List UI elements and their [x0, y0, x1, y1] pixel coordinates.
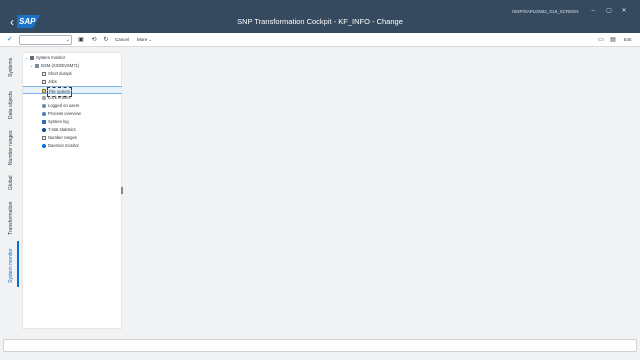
tab-transformation[interactable]: Transformation — [8, 202, 14, 235]
daemon-icon — [42, 144, 46, 148]
tab-systems[interactable]: Systems — [8, 58, 14, 77]
jobs-icon — [42, 80, 46, 84]
tree-item-system-log[interactable]: System log — [23, 118, 122, 126]
chevron-down-icon[interactable]: ⌄ — [66, 36, 70, 44]
tree-item-file-system[interactable]: File system — [23, 86, 122, 97]
window-title: SNP Transformation Cockpit - KF_INFO - C… — [237, 17, 403, 26]
statistics-icon — [42, 128, 46, 132]
footer — [0, 355, 640, 360]
process-icon — [42, 112, 46, 116]
minimize-icon[interactable]: – — [589, 7, 597, 15]
vertical-tab-strip: Systems Data objects Number ranges Globa… — [0, 47, 22, 335]
tree-item-short-dumps[interactable]: Short dumps — [23, 70, 122, 78]
content-area — [124, 48, 640, 335]
tree-item-number-ranges[interactable]: Number ranges — [23, 134, 122, 142]
active-tab-indicator — [17, 241, 19, 287]
save-icon[interactable]: ▣ — [77, 36, 85, 44]
tree-root-system-monitor[interactable]: ⌄ System monitor — [23, 54, 122, 62]
tab-system-monitor[interactable]: System monitor — [8, 248, 14, 283]
tree-item-tstat-statistics[interactable]: T-stat statistics — [23, 126, 122, 134]
command-field[interactable]: ⌄ — [19, 35, 72, 45]
exit-button[interactable]: Exit — [624, 37, 632, 42]
tree-item-logged-on-users[interactable]: Logged on users — [23, 102, 122, 110]
screen-icon[interactable]: ▤ — [609, 36, 617, 44]
close-icon[interactable]: ✕ — [620, 7, 628, 15]
user-icon — [42, 104, 46, 108]
number-ranges-icon — [42, 136, 46, 140]
history-icon[interactable]: ⟲ — [90, 36, 98, 44]
application-toolbar: ✓ ⌄ ▣ ⟲ ↻ Cancel More ⌄ ▭ ▤ Exit — [0, 33, 640, 47]
folder-icon — [42, 89, 46, 93]
more-button[interactable]: More ⌄ — [137, 37, 152, 43]
log-icon — [42, 120, 46, 124]
status-bar — [3, 339, 637, 352]
chevron-down-icon: ⌄ — [148, 37, 153, 42]
system-monitor-tree: ⌄ System monitor ⌄ DSM (XXDEVSM71) Short… — [22, 52, 122, 329]
enter-icon[interactable]: ✓ — [7, 35, 13, 43]
system-info: /SNP/SAPLDN02_GUI_SCREEN — [512, 9, 579, 14]
server-icon — [35, 64, 39, 68]
tab-global[interactable]: Global — [8, 176, 14, 190]
panel-splitter[interactable] — [121, 187, 123, 194]
chevron-down-icon[interactable]: ⌄ — [30, 62, 33, 70]
monitor-icon — [30, 56, 34, 60]
chevron-down-icon[interactable]: ⌄ — [25, 54, 28, 62]
layout-icon[interactable]: ▭ — [597, 36, 605, 44]
tree-item-jobs[interactable]: Jobs — [23, 78, 122, 86]
refresh-icon[interactable]: ↻ — [102, 36, 110, 44]
cancel-button[interactable]: Cancel — [115, 37, 129, 42]
tab-data-objects[interactable]: Data objects — [8, 91, 14, 119]
tree-item-daemon-monitor[interactable]: Daemon monitor — [23, 142, 122, 150]
tab-number-ranges[interactable]: Number ranges — [8, 131, 14, 165]
lock-icon — [42, 96, 46, 100]
restore-icon[interactable]: ▢ — [605, 7, 613, 15]
dump-icon — [42, 72, 46, 76]
tree-item-lock-entries[interactable]: Lock entries — [23, 94, 122, 102]
tree-item-process-overview[interactable]: Process overview — [23, 110, 122, 118]
tree-node-server[interactable]: ⌄ DSM (XXDEVSM71) — [23, 62, 122, 70]
